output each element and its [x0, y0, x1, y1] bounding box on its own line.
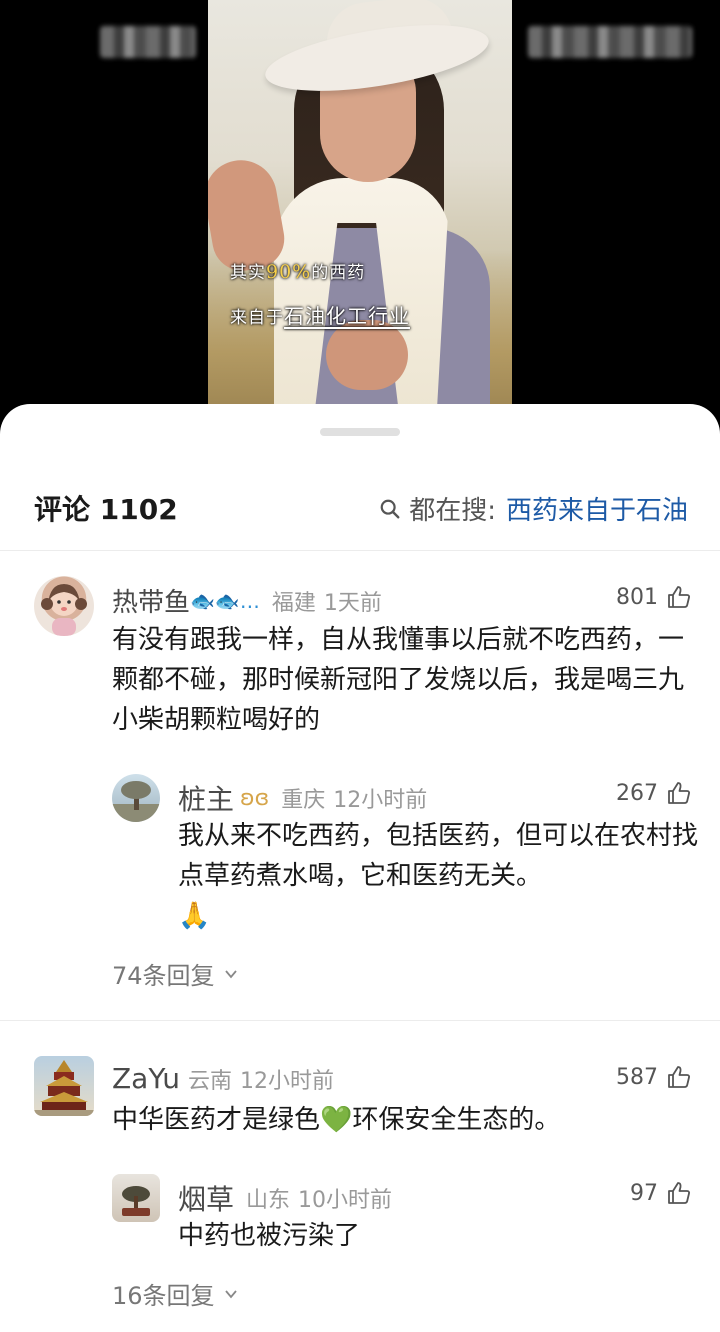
- comment-divider: [0, 1020, 720, 1021]
- like-button[interactable]: 801: [616, 584, 692, 610]
- comment-header: 热带鱼 🐟🐟… 福建 1天前: [112, 582, 382, 619]
- drag-handle[interactable]: [320, 428, 400, 436]
- username[interactable]: 热带鱼: [112, 582, 190, 619]
- hand-shape-2: [326, 320, 408, 390]
- reply-text: 我从来不吃西药，包括医药，但可以在农村找点草药煮水喝，它和医药无关。: [178, 821, 699, 891]
- comments-header: 评论 1102 都在搜: 西药来自于石油: [0, 488, 720, 528]
- reply-avatar[interactable]: [112, 774, 160, 822]
- reply-like-button[interactable]: 97: [630, 1180, 692, 1206]
- reply-username[interactable]: 烟草: [178, 1178, 234, 1218]
- reply-username[interactable]: 桩主: [178, 778, 234, 818]
- avatar-girl-illustration: [41, 584, 87, 636]
- fish-emoji-badge: 🐟🐟…: [190, 588, 260, 613]
- blurred-watermark-right: [528, 26, 692, 58]
- reply-text: 中药也被污染了: [178, 1221, 361, 1251]
- reply-like-count: 97: [630, 1180, 658, 1206]
- location: 福建: [271, 590, 316, 616]
- ribbon-badge-icon: ʚɞ: [240, 785, 270, 811]
- bonsai-photo: [122, 1186, 150, 1216]
- expand-replies-button[interactable]: 16条回复: [112, 1276, 239, 1311]
- timestamp: 1天前: [323, 590, 382, 616]
- comment-header: ZaYu 云南 12小时前: [112, 1062, 334, 1095]
- thumb-up-icon: [668, 782, 690, 804]
- comments-sheet: 评论 1102 都在搜: 西药来自于石油 热带鱼 🐟🐟… 福建 1天前 801 …: [0, 404, 720, 1332]
- reply-header: 烟草 山东 10小时前: [178, 1178, 392, 1218]
- temple-photo: [34, 1060, 94, 1116]
- hot-search-link[interactable]: 都在搜: 西药来自于石油: [379, 490, 688, 527]
- like-count: 587: [616, 1064, 658, 1090]
- timestamp: 12小时前: [240, 1068, 334, 1094]
- avatar[interactable]: [34, 576, 94, 636]
- blurred-watermark-left: [100, 26, 196, 58]
- thumb-up-icon: [668, 1066, 690, 1088]
- tree-photo: [112, 781, 160, 822]
- reply-like-count: 267: [616, 780, 658, 806]
- search-icon: [380, 499, 400, 518]
- pray-emoji: 🙏: [178, 901, 211, 931]
- thumb-up-icon: [668, 1182, 690, 1204]
- chevron-down-icon: [224, 1289, 237, 1298]
- like-button[interactable]: 587: [616, 1064, 692, 1090]
- reply-timestamp: 12小时前: [333, 788, 428, 813]
- thumb-up-icon: [668, 586, 690, 608]
- video-player[interactable]: 其实90%的西药 来自于石油化工行业: [0, 0, 720, 420]
- video-frame: 其实90%的西药 来自于石油化工行业: [208, 0, 512, 420]
- reply-timestamp: 10小时前: [298, 1188, 393, 1213]
- header-divider: [0, 550, 720, 551]
- reply-count-label: 16条回复: [112, 1282, 215, 1310]
- comment-text: 有没有跟我一样，自从我懂事以后就不吃西药，一颗都不碰，那时候新冠阳了发烧以后，我…: [112, 625, 685, 735]
- avatar[interactable]: [34, 1056, 94, 1116]
- green-heart-emoji: 💚: [320, 1105, 353, 1135]
- hot-search-label: 都在搜:: [409, 496, 496, 526]
- hot-search-topic[interactable]: 西药来自于石油: [506, 490, 688, 527]
- chevron-down-icon: [224, 969, 237, 978]
- expand-replies-button[interactable]: 74条回复: [112, 956, 239, 991]
- comments-title: 评论 1102: [34, 493, 178, 526]
- username[interactable]: ZaYu: [112, 1062, 180, 1095]
- video-caption-line2: 来自于石油化工行业: [230, 304, 410, 328]
- reply-count-label: 74条回复: [112, 962, 215, 990]
- reply-location: 山东: [246, 1188, 291, 1213]
- comment-text: 中华医药才是绿色💚环保安全生态的。: [112, 1105, 561, 1135]
- reply-avatar[interactable]: [112, 1174, 160, 1222]
- reply-location: 重庆: [281, 788, 326, 813]
- video-caption-line1: 其实90%的西药: [230, 261, 366, 283]
- location: 云南: [187, 1068, 232, 1094]
- reply-like-button[interactable]: 267: [616, 780, 692, 806]
- like-count: 801: [616, 584, 658, 610]
- reply-header: 桩主 ʚɞ 重庆 12小时前: [178, 778, 427, 818]
